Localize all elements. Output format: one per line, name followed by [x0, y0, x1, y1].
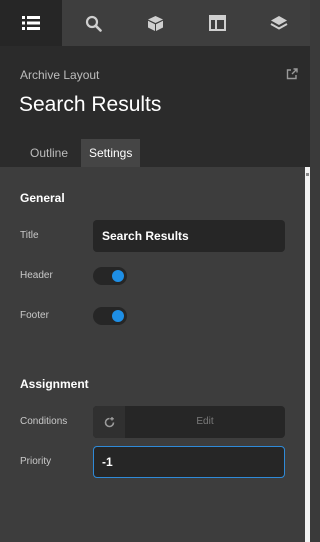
assignment-section-title: Assignment [20, 377, 89, 391]
title-field-label: Title [20, 230, 39, 241]
layout-header: Archive Layout Search Results Outline Se… [0, 46, 310, 167]
priority-input[interactable]: -1 [93, 446, 285, 478]
toolbar-elements-button[interactable] [124, 0, 186, 46]
layout-icon [208, 15, 226, 31]
layout-type-label: Archive Layout [20, 68, 100, 82]
layers-icon [270, 16, 288, 30]
conditions-control: Edit [93, 406, 285, 438]
list-icon [22, 16, 40, 30]
settings-panel: General Title Search Results Header Foot… [0, 167, 305, 542]
footer-toggle-label: Footer [20, 310, 49, 321]
header-toggle-label: Header [20, 270, 53, 281]
conditions-icon-button[interactable] [93, 406, 125, 438]
toolbar-outline-button[interactable] [0, 0, 62, 46]
general-section-title: General [20, 191, 65, 205]
conditions-label: Conditions [20, 416, 68, 427]
toolbar-search-button[interactable] [62, 0, 124, 46]
header-toggle[interactable] [93, 267, 127, 285]
refresh-plus-icon [104, 416, 114, 427]
toolbar-layers-button[interactable] [248, 0, 310, 46]
page-title: Search Results [19, 93, 162, 116]
title-input[interactable]: Search Results [93, 220, 285, 252]
top-toolbar [0, 0, 310, 46]
conditions-edit-button[interactable]: Edit [125, 406, 285, 438]
toggle-knob [112, 270, 124, 282]
footer-toggle[interactable] [93, 307, 127, 325]
scrollbar[interactable] [305, 167, 310, 542]
priority-label: Priority [20, 456, 52, 467]
box-icon [147, 15, 163, 31]
scrollbar-arrow[interactable] [306, 173, 309, 176]
tab-settings[interactable]: Settings [81, 139, 141, 167]
toggle-knob [112, 310, 124, 322]
toolbar-layout-button[interactable] [186, 0, 248, 46]
search-icon [85, 15, 102, 32]
export-icon[interactable] [286, 68, 298, 80]
tab-outline[interactable]: Outline [22, 139, 76, 167]
